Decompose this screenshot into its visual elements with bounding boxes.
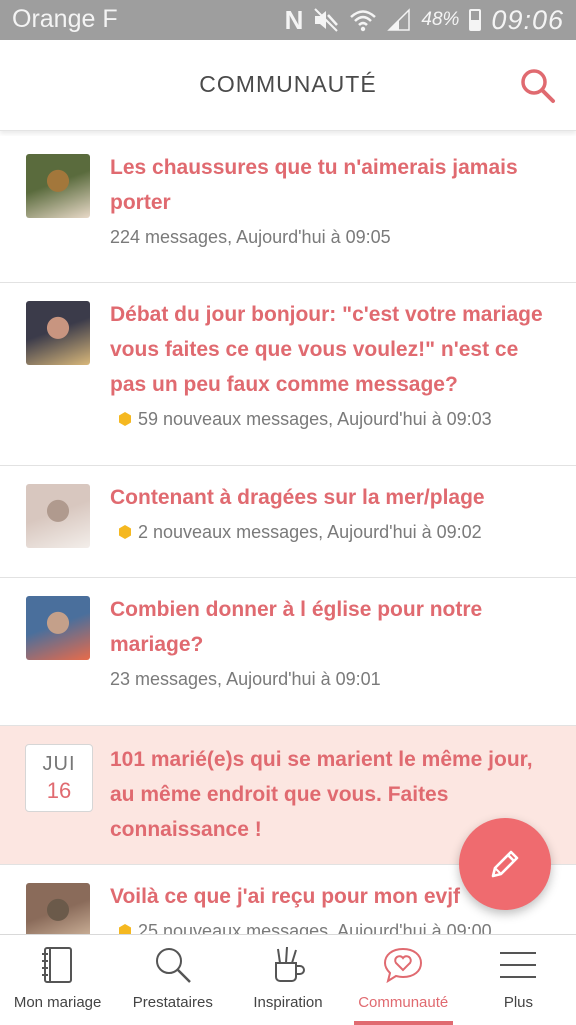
nav-prestataires[interactable]: Prestataires	[115, 935, 230, 1025]
thread-meta-text: 59 nouveaux messages, Aujourd'hui à 09:0…	[138, 409, 492, 429]
status-icons: N 48% 09:06	[285, 4, 564, 36]
clock: 09:06	[491, 4, 564, 35]
thread-meta-text: 224 messages, Aujourd'hui à 09:05	[110, 227, 391, 247]
page-title: COMMUNAUTÉ	[199, 71, 377, 97]
thread-item[interactable]: Les chaussures que tu n'aimerais jamais …	[0, 136, 576, 283]
nav-communaute[interactable]: Communauté	[346, 935, 461, 1025]
pencil-icon	[491, 850, 519, 878]
nfc-icon: N	[284, 5, 304, 35]
search-button[interactable]	[518, 66, 558, 106]
unread-dot-icon	[119, 525, 131, 539]
notebook-icon	[41, 947, 72, 983]
event-date: JUI 16	[25, 744, 93, 812]
thread-meta: 23 messages, Aujourd'hui à 09:01	[110, 666, 556, 692]
pencil-cup-icon	[275, 946, 305, 982]
unread-dot-icon	[119, 412, 131, 426]
thread-meta-text: 23 messages, Aujourd'hui à 09:01	[110, 669, 381, 689]
thread-item[interactable]: Contenant à dragées sur la mer/plage 2 n…	[0, 466, 576, 578]
thread-meta: 224 messages, Aujourd'hui à 09:05	[110, 224, 556, 250]
nav-inspiration[interactable]: Inspiration	[230, 935, 345, 1025]
thread-title[interactable]: Les chaussures que tu n'aimerais jamais …	[110, 150, 556, 220]
thread-meta: 59 nouveaux messages, Aujourd'hui à 09:0…	[118, 406, 556, 432]
battery-percent: 48%	[421, 9, 460, 30]
chat-heart-icon	[384, 947, 423, 984]
thread-title[interactable]: Contenant à dragées sur la mer/plage	[110, 480, 556, 515]
event-day: 16	[46, 778, 72, 803]
nav-plus[interactable]: Plus	[461, 935, 576, 1025]
unread-dot-icon	[119, 924, 131, 934]
signal-icon	[387, 8, 411, 31]
thread-title[interactable]: Débat du jour bonjour: "c'est votre mari…	[110, 297, 556, 402]
thread-meta-text: 25 nouveaux messages, Aujourd'hui à 09:0…	[138, 921, 492, 934]
nav-label: Plus	[503, 994, 533, 1011]
avatar	[26, 154, 90, 218]
nav-label: Prestataires	[132, 994, 213, 1011]
bottom-navigation: Mon mariage Prestataires Inspiration Com…	[0, 934, 576, 1025]
nav-mon-mariage[interactable]: Mon mariage	[0, 935, 115, 1025]
avatar	[26, 484, 90, 548]
search-icon	[521, 69, 555, 103]
avatar	[26, 301, 90, 365]
thread-meta: 2 nouveaux messages, Aujourd'hui à 09:02	[118, 519, 556, 545]
thread-item[interactable]: Débat du jour bonjour: "c'est votre mari…	[0, 283, 576, 466]
thread-meta: 25 nouveaux messages, Aujourd'hui à 09:0…	[118, 918, 556, 934]
nav-label: Mon mariage	[13, 994, 102, 1011]
nav-label: Inspiration	[253, 994, 323, 1011]
search-icon	[155, 948, 191, 983]
thread-meta-text: 2 nouveaux messages, Aujourd'hui à 09:02	[138, 522, 482, 542]
avatar	[26, 596, 90, 660]
wifi-icon	[350, 10, 377, 32]
thread-title[interactable]: Combien donner à l église pour notre mar…	[110, 592, 556, 662]
thread-item[interactable]: Combien donner à l église pour notre mar…	[0, 578, 576, 726]
avatar	[26, 883, 90, 934]
active-tab-indicator	[353, 1021, 453, 1025]
event-month: JUI	[42, 753, 76, 775]
mute-icon	[314, 8, 339, 32]
status-bar: Orange F N 48% 09:06	[0, 0, 576, 40]
app-header: COMMUNAUTÉ	[0, 40, 576, 131]
menu-icon	[500, 952, 537, 978]
carrier-name: Orange F	[12, 5, 118, 33]
nav-label: Communauté	[358, 994, 449, 1011]
community-feed: Les chaussures que tu n'aimerais jamais …	[0, 136, 576, 934]
battery-icon	[469, 9, 482, 31]
new-post-button[interactable]	[459, 818, 551, 910]
